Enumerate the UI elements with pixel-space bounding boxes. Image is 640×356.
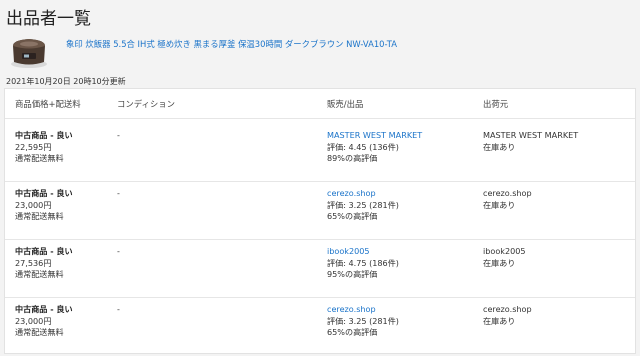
seller-positive: 65%の高評価 <box>327 211 378 221</box>
condition-cell: - <box>117 304 120 316</box>
stock-status: 在庫あり <box>483 257 516 268</box>
ship-from: cerezo.shop <box>483 304 532 314</box>
header-price: 商品価格+配送料 <box>15 99 81 109</box>
shipping-note: 通常配送無料 <box>15 211 64 221</box>
seller-rating: 評価: 3.25 (281件) <box>327 199 399 210</box>
table-header: 商品価格+配送料 コンディション 販売/出品 出荷元 <box>5 89 635 119</box>
seller-rating: 評価: 3.25 (281件) <box>327 315 399 326</box>
table-row: 中古商品 - 良い 27,536円 通常配送無料 - ibook2005 評価:… <box>5 243 635 298</box>
ship-from: MASTER WEST MARKET <box>483 130 579 140</box>
price-cell: 中古商品 - 良い 23,000円 通常配送無料 <box>15 304 73 339</box>
condition-note: - <box>117 246 120 256</box>
stock-status: 在庫あり <box>483 199 516 210</box>
rice-cooker-image[interactable] <box>5 32 53 70</box>
price: 27,536円 <box>15 257 52 268</box>
row-divider <box>5 239 635 240</box>
condition-note: - <box>117 188 120 198</box>
price-cell: 中古商品 - 良い 23,000円 通常配送無料 <box>15 188 73 223</box>
table-row: 中古商品 - 良い 23,000円 通常配送無料 - cerezo.shop 評… <box>5 185 635 240</box>
seller-rating: 評価: 4.75 (186件) <box>327 257 399 268</box>
price-cell: 中古商品 - 良い 22,595円 通常配送無料 <box>15 130 73 165</box>
condition-label: 中古商品 - 良い <box>15 304 73 314</box>
ship-from-cell: MASTER WEST MARKET 在庫あり <box>483 130 578 153</box>
price: 23,000円 <box>15 315 52 326</box>
seller-positive: 95%の高評価 <box>327 269 378 279</box>
header-seller: 販売/出品 <box>327 99 364 109</box>
stock-status: 在庫あり <box>483 141 516 152</box>
seller-rating: 評価: 4.45 (136件) <box>327 141 399 152</box>
seller-positive: 65%の高評価 <box>327 327 378 337</box>
ship-from-cell: cerezo.shop 在庫あり <box>483 188 532 211</box>
condition-cell: - <box>117 246 120 258</box>
table-row: 中古商品 - 良い 22,595円 通常配送無料 - MASTER WEST M… <box>5 127 635 182</box>
stock-status: 在庫あり <box>483 315 516 326</box>
condition-note: - <box>117 304 120 314</box>
shipping-note: 通常配送無料 <box>15 269 64 279</box>
condition-cell: - <box>117 130 120 142</box>
shipping-note: 通常配送無料 <box>15 153 64 163</box>
ship-from-cell: ibook2005 在庫あり <box>483 246 526 269</box>
seller-link[interactable]: ibook2005 <box>327 246 399 258</box>
condition-label: 中古商品 - 良い <box>15 188 73 198</box>
condition-note: - <box>117 130 120 140</box>
header-condition: コンディション <box>117 99 176 109</box>
ship-from: ibook2005 <box>483 246 526 256</box>
row-divider <box>5 297 635 298</box>
table-row: 中古商品 - 良い 23,000円 通常配送無料 - cerezo.shop 評… <box>5 301 635 355</box>
price: 23,000円 <box>15 199 52 210</box>
seller-cell: cerezo.shop 評価: 3.25 (281件) 65%の高評価 <box>327 304 399 339</box>
condition-cell: - <box>117 188 120 200</box>
row-divider <box>5 181 635 182</box>
product-title-link[interactable]: 象印 炊飯器 5.5合 IH式 極め炊き 黒まる厚釜 保温30時間 ダークブラウ… <box>66 38 397 50</box>
shipping-note: 通常配送無料 <box>15 327 64 337</box>
page-title: 出品者一覧 <box>6 9 91 29</box>
seller-positive: 89%の高評価 <box>327 153 378 163</box>
seller-link[interactable]: cerezo.shop <box>327 188 399 200</box>
price: 22,595円 <box>15 141 52 152</box>
ship-from: cerezo.shop <box>483 188 532 198</box>
condition-label: 中古商品 - 良い <box>15 130 73 140</box>
last-updated-text: 2021年10月20日 20時10分更新 <box>6 77 126 86</box>
offer-listing-table: 商品価格+配送料 コンディション 販売/出品 出荷元 中古商品 - 良い 22,… <box>4 88 636 354</box>
header-ship-from: 出荷元 <box>483 99 509 109</box>
price-cell: 中古商品 - 良い 27,536円 通常配送無料 <box>15 246 73 281</box>
ship-from-cell: cerezo.shop 在庫あり <box>483 304 532 327</box>
seller-link[interactable]: cerezo.shop <box>327 304 399 316</box>
seller-link[interactable]: MASTER WEST MARKET <box>327 130 422 142</box>
condition-label: 中古商品 - 良い <box>15 246 73 256</box>
seller-cell: cerezo.shop 評価: 3.25 (281件) 65%の高評価 <box>327 188 399 223</box>
seller-cell: MASTER WEST MARKET 評価: 4.45 (136件) 89%の高… <box>327 130 422 165</box>
seller-cell: ibook2005 評価: 4.75 (186件) 95%の高評価 <box>327 246 399 281</box>
